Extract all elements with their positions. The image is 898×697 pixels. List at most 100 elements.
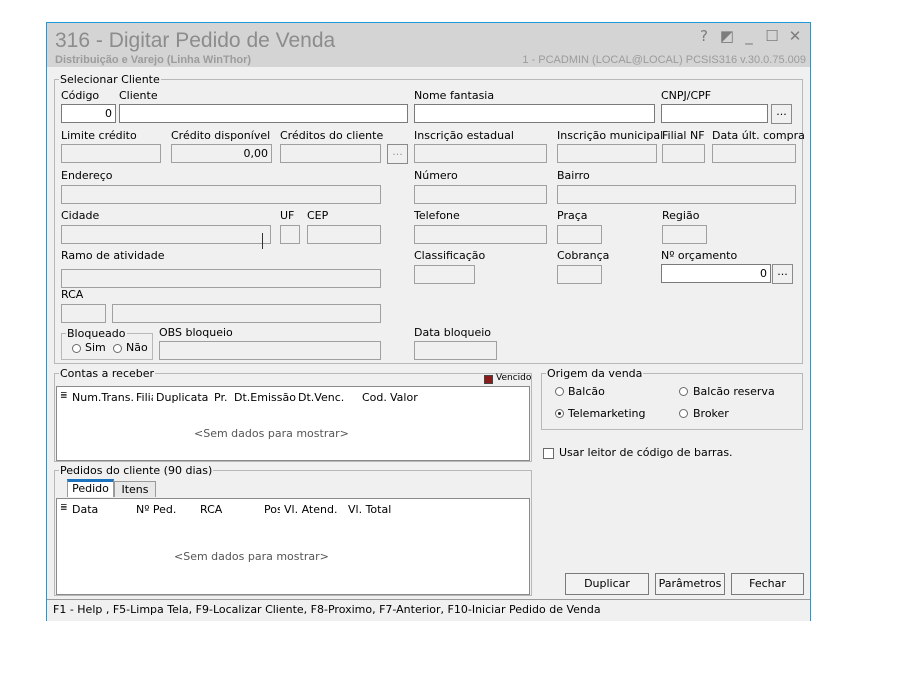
origem-telemarketing-label: Telemarketing bbox=[568, 407, 646, 420]
filial-nf-field bbox=[662, 144, 705, 163]
column-header[interactable]: Num.Trans.\ bbox=[72, 391, 134, 404]
inscricao-estadual-field bbox=[414, 144, 547, 163]
origem-broker-radio[interactable] bbox=[679, 409, 688, 418]
uf-field bbox=[280, 225, 300, 244]
bloqueado-sim-radio[interactable] bbox=[72, 344, 81, 353]
creditos-cliente-label: Créditos do cliente bbox=[280, 129, 384, 142]
nome-fantasia-input[interactable] bbox=[414, 104, 655, 123]
origem-telemarketing-radio[interactable] bbox=[555, 409, 564, 418]
origem-balcao-reserva-radio[interactable] bbox=[679, 387, 688, 396]
praca-label: Praça bbox=[557, 209, 588, 222]
bloqueado-nao-radio[interactable] bbox=[113, 344, 122, 353]
creditos-cliente-button[interactable]: ... bbox=[387, 144, 408, 164]
praca-field bbox=[557, 225, 602, 244]
origem-broker-label: Broker bbox=[693, 407, 729, 420]
data-bloqueio-label: Data bloqueio bbox=[414, 326, 492, 339]
column-header[interactable]: Dt.Emissão bbox=[234, 391, 296, 404]
column-header[interactable]: Vl. Total bbox=[348, 503, 391, 516]
codigo-label: Código bbox=[61, 89, 100, 102]
window-subtitle: Distribuição e Varejo (Linha WinThor) bbox=[55, 54, 252, 66]
window-title: 316 - Digitar Pedido de Venda bbox=[55, 29, 336, 52]
cliente-input[interactable] bbox=[119, 104, 408, 123]
restore-icon[interactable]: ◩ bbox=[719, 27, 735, 45]
credito-disponivel-label: Crédito disponível bbox=[171, 129, 271, 142]
orcamento-input[interactable]: 0 bbox=[661, 264, 771, 283]
limite-credito-label: Limite crédito bbox=[61, 129, 137, 142]
connection-info: 1 - PCADMIN (LOCAL@LOCAL) PCSIS316 v.30.… bbox=[522, 54, 806, 66]
orcamento-search-button[interactable]: ... bbox=[772, 264, 793, 284]
column-header[interactable]: Dt.Venc. bbox=[298, 391, 344, 404]
cnpj-input[interactable] bbox=[661, 104, 768, 123]
tab-itens[interactable]: Itens bbox=[114, 481, 156, 497]
credito-disponivel-field: 0,00 bbox=[171, 144, 272, 163]
rca-label: RCA bbox=[61, 288, 84, 301]
cnpj-search-button[interactable]: ... bbox=[771, 104, 792, 124]
inscricao-municipal-field bbox=[557, 144, 657, 163]
ramo-atividade-label: Ramo de atividade bbox=[61, 249, 165, 262]
empty-message: <Sem dados para mostrar> bbox=[194, 427, 349, 440]
orcamento-label: Nº orçamento bbox=[661, 249, 738, 262]
empty-message: <Sem dados para mostrar> bbox=[174, 550, 329, 563]
cobranca-label: Cobrança bbox=[557, 249, 610, 262]
uf-label: UF bbox=[280, 209, 295, 222]
origem-venda-group: Origem da venda bbox=[541, 367, 803, 430]
title-bar: 316 - Digitar Pedido de Venda Distribuiç… bbox=[47, 23, 810, 67]
data-ult-compra-label: Data últ. compra bbox=[712, 129, 805, 142]
cnpj-label: CNPJ/CPF bbox=[661, 89, 712, 102]
pedidos-grid[interactable]: ≣ Data Nº Ped. RCA Pos Vl. Atend. Vl. To… bbox=[56, 498, 530, 595]
limite-credito-field bbox=[61, 144, 161, 163]
main-window: 316 - Digitar Pedido de Venda Distribuiç… bbox=[46, 22, 811, 621]
filial-nf-label: Filial NF bbox=[662, 129, 705, 142]
duplicar-pedido-button[interactable]: Duplicar Pedido bbox=[565, 573, 649, 610]
maximize-icon[interactable]: ☐ bbox=[764, 27, 780, 45]
tab-pedido[interactable]: Pedido bbox=[67, 479, 114, 497]
column-header[interactable]: Pr. bbox=[214, 391, 227, 404]
regiao-field bbox=[662, 225, 707, 244]
text-cursor-icon bbox=[262, 233, 269, 249]
fechar-button[interactable]: Fechar bbox=[731, 573, 804, 595]
telefone-label: Telefone bbox=[414, 209, 460, 222]
minimize-icon[interactable]: _ bbox=[741, 27, 757, 45]
classificacao-field bbox=[414, 265, 475, 284]
column-header[interactable]: RCA bbox=[200, 503, 222, 516]
creditos-cliente-field bbox=[280, 144, 381, 163]
bloqueado-legend: Bloqueado bbox=[67, 327, 126, 340]
origem-venda-legend: Origem da venda bbox=[547, 367, 643, 380]
origem-balcao-radio[interactable] bbox=[555, 387, 564, 396]
column-header[interactable]: Cod. bbox=[362, 391, 387, 404]
cliente-label: Cliente bbox=[119, 89, 158, 102]
parametros-button[interactable]: Parâmetros bbox=[655, 573, 725, 595]
column-header[interactable]: Data bbox=[72, 503, 98, 516]
rca-name-field bbox=[112, 304, 381, 323]
cep-label: CEP bbox=[307, 209, 329, 222]
column-header[interactable]: Duplicata bbox=[156, 391, 208, 404]
column-header[interactable]: Vl. Atend. bbox=[284, 503, 337, 516]
inscricao-municipal-label: Inscrição municipal bbox=[557, 129, 664, 142]
grid-menu-icon[interactable]: ≣ bbox=[60, 503, 68, 513]
status-bar-text: F1 - Help , F5-Limpa Tela, F9-Localizar … bbox=[53, 603, 601, 616]
codigo-input[interactable]: 0 bbox=[61, 104, 116, 123]
vencido-label: Vencido bbox=[496, 373, 532, 383]
column-header[interactable]: Nº Ped. bbox=[136, 503, 176, 516]
cidade-field bbox=[61, 225, 271, 244]
close-icon[interactable]: ✕ bbox=[787, 27, 803, 45]
regiao-label: Região bbox=[662, 209, 700, 222]
contas-receber-grid[interactable]: ≣ Num.Trans.\ Filia Duplicata Pr. Dt.Emi… bbox=[56, 386, 530, 461]
leitor-codigo-barras-label: Usar leitor de código de barras. bbox=[559, 446, 733, 459]
origem-balcao-reserva-label: Balcão reserva bbox=[693, 385, 775, 398]
rca-code-field bbox=[61, 304, 106, 323]
data-ult-compra-field bbox=[712, 144, 796, 163]
pedidos-cliente-legend: Pedidos do cliente (90 dias) bbox=[60, 464, 213, 477]
leitor-codigo-barras-checkbox[interactable] bbox=[543, 448, 554, 459]
column-header[interactable]: Valor bbox=[390, 391, 418, 404]
origem-balcao-label: Balcão bbox=[568, 385, 605, 398]
column-header[interactable]: Pos bbox=[264, 503, 280, 516]
help-icon[interactable]: ? bbox=[696, 27, 712, 45]
inscricao-estadual-label: Inscrição estadual bbox=[414, 129, 514, 142]
column-header[interactable]: Filia bbox=[136, 391, 153, 404]
obs-bloqueio-field bbox=[159, 341, 381, 360]
endereco-field bbox=[61, 185, 381, 204]
endereco-label: Endereço bbox=[61, 169, 113, 182]
obs-bloqueio-label: OBS bloqueio bbox=[159, 326, 233, 339]
grid-menu-icon[interactable]: ≣ bbox=[60, 391, 68, 401]
